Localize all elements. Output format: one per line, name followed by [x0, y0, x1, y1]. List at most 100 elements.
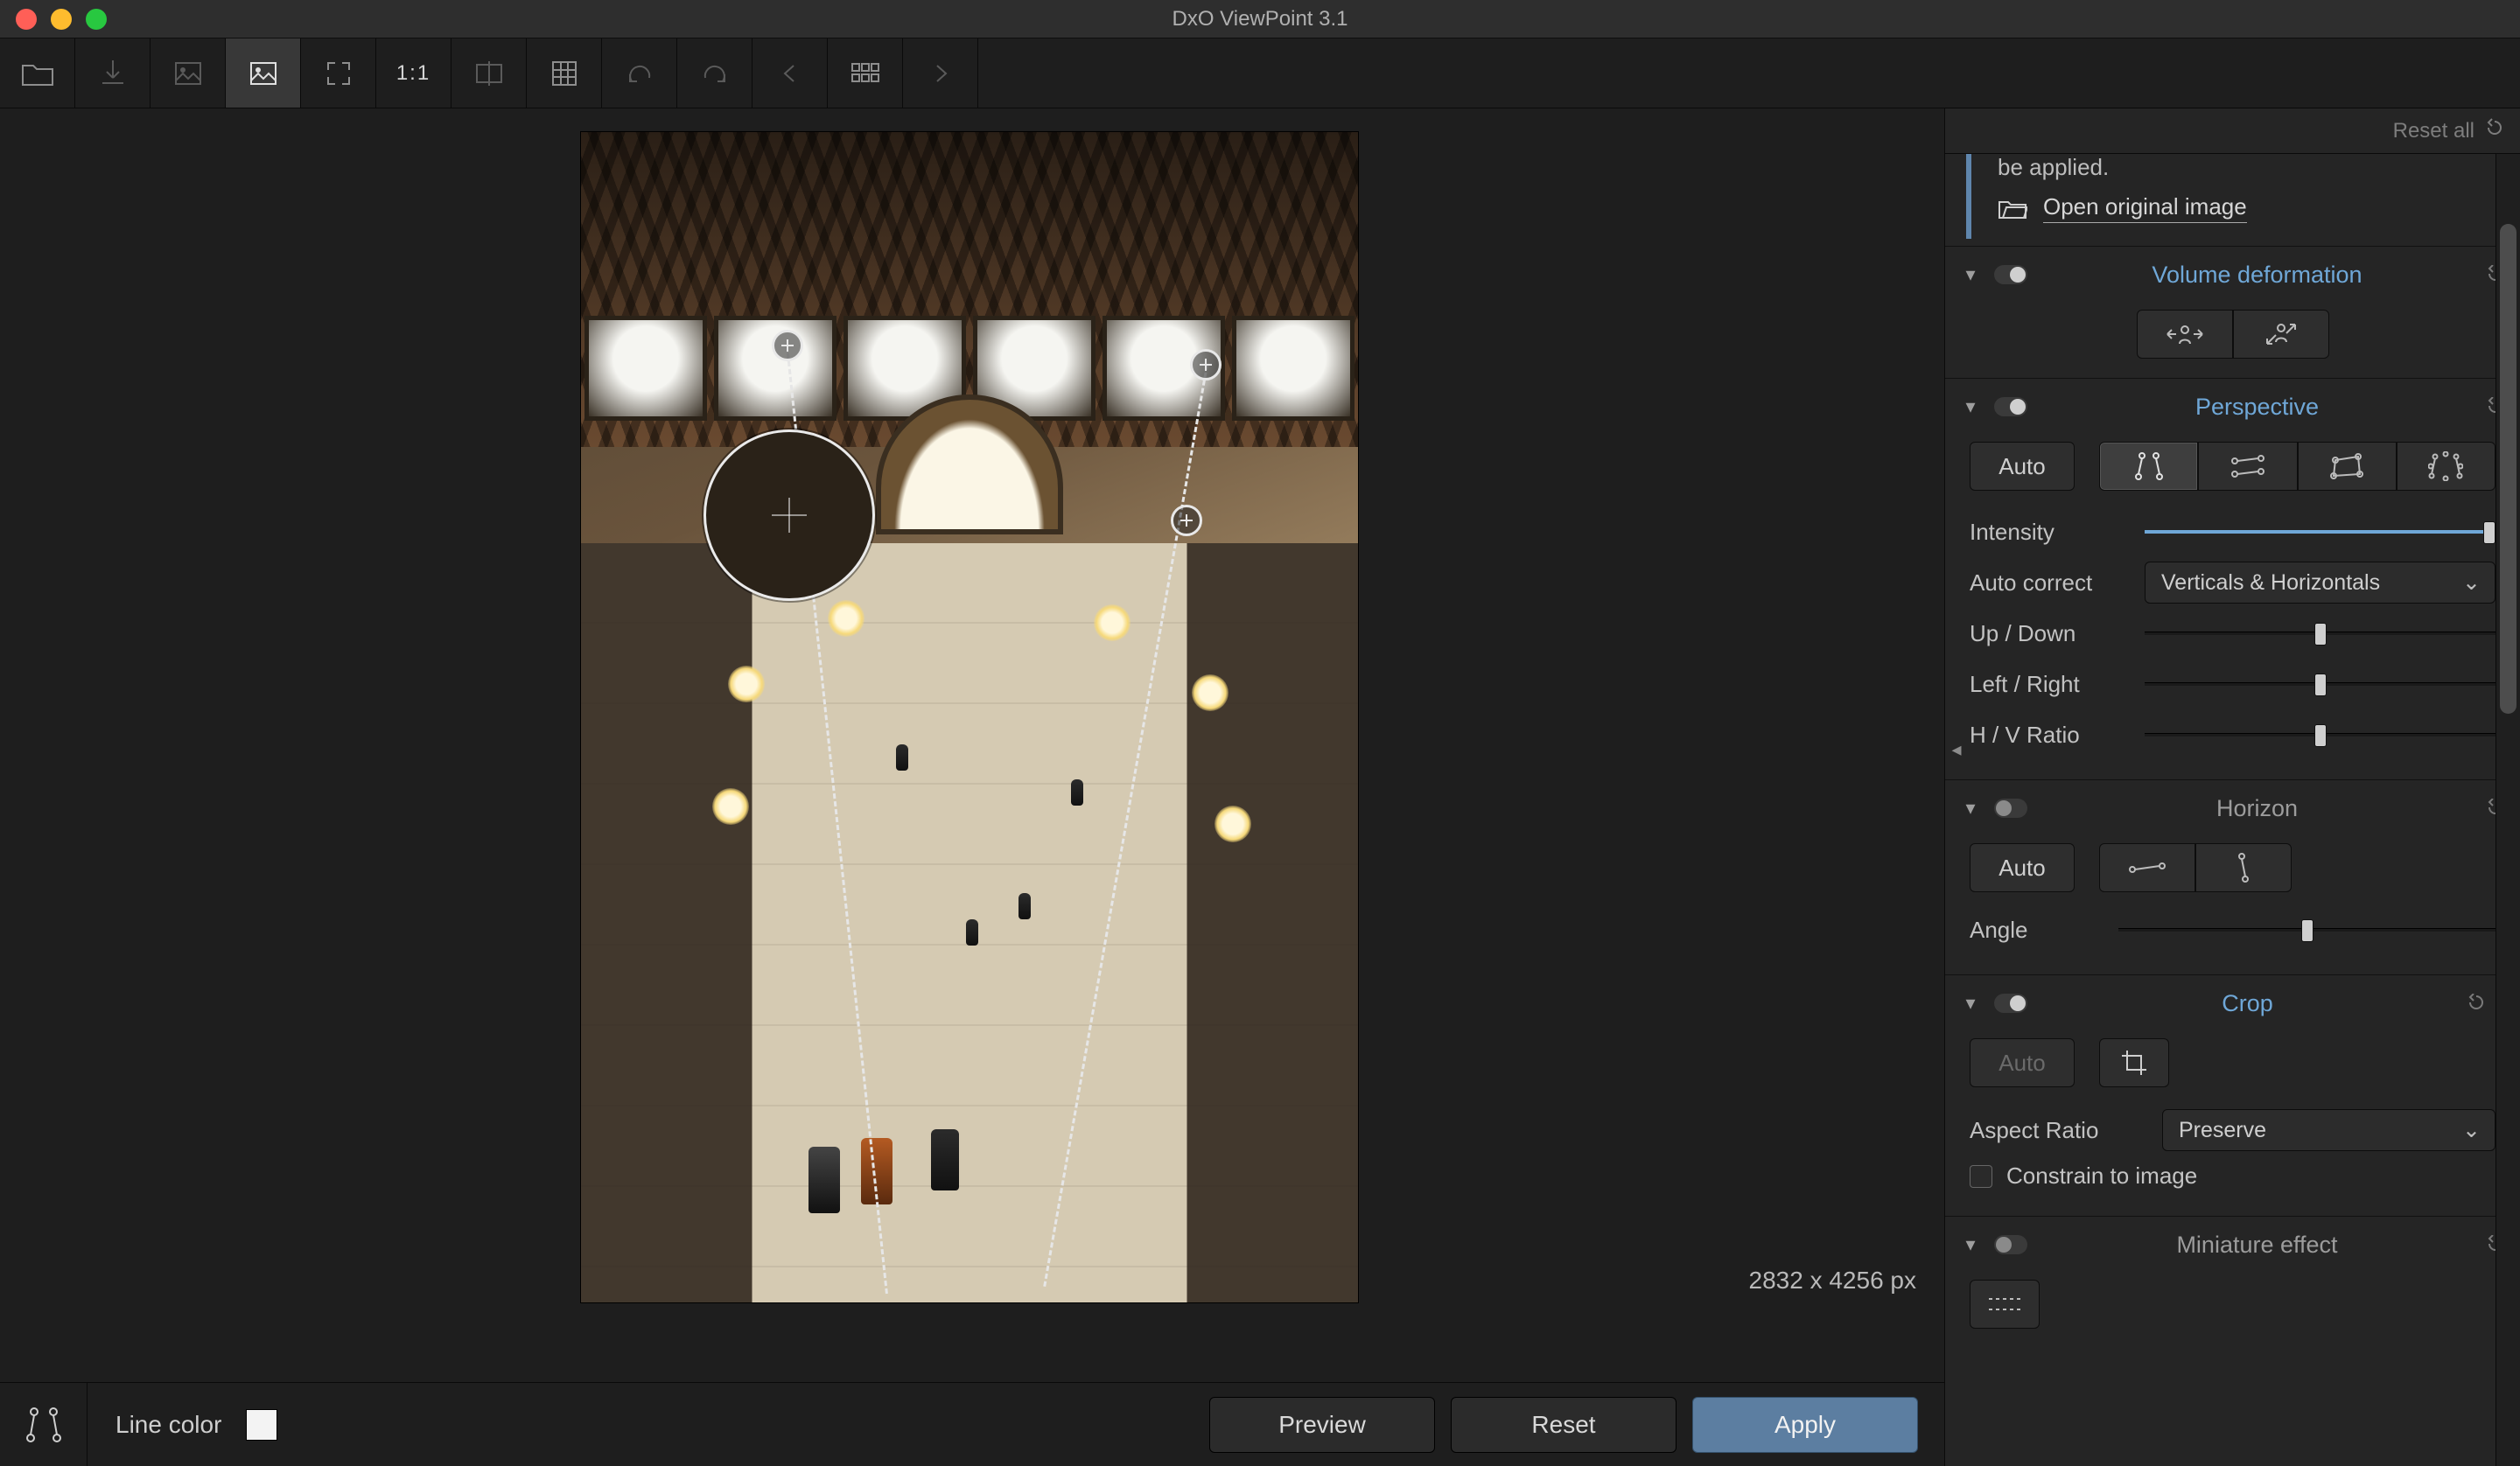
perspective-tool-icon[interactable] — [0, 1383, 88, 1466]
line-color-swatch[interactable] — [246, 1409, 277, 1441]
section-title-volume: Volume deformation — [2041, 262, 2473, 289]
intensity-label: Intensity — [1970, 519, 2127, 546]
section-toggle-crop[interactable] — [1994, 994, 2027, 1013]
perspective-mode-horizontal-lines[interactable] — [2198, 442, 2297, 491]
folder-open-icon — [1998, 197, 2027, 220]
redo-button[interactable] — [677, 38, 752, 108]
line-color-label: Line color — [116, 1411, 221, 1439]
section-perspective: ▾ Perspective Auto — [1945, 378, 2520, 779]
crop-auto-button[interactable]: Auto — [1970, 1038, 2075, 1087]
image-viewport[interactable]: 2832 x 4256 px — [0, 108, 1944, 1382]
perspective-handle-top-left[interactable] — [772, 330, 803, 361]
save-file-button[interactable] — [75, 38, 150, 108]
auto-correct-value: Verticals & Horizontals — [2161, 570, 2380, 596]
apply-button[interactable]: Apply — [1692, 1397, 1918, 1453]
thumbnails-button[interactable] — [828, 38, 903, 108]
canvas-area: 2832 x 4256 px Line color Preview Reset … — [0, 108, 1944, 1466]
compare-button[interactable] — [452, 38, 527, 108]
auto-correct-select[interactable]: Verticals & Horizontals ⌄ — [2145, 562, 2496, 604]
perspective-mode-rectangle[interactable] — [2298, 442, 2397, 491]
section-volume-deformation: ▾ Volume deformation — [1945, 246, 2520, 378]
disclosure-icon[interactable]: ▾ — [1961, 395, 1980, 418]
app-title: DxO ViewPoint 3.1 — [0, 7, 2520, 31]
traffic-lights — [0, 9, 107, 30]
bottom-toolbar: Line color Preview Reset Apply — [0, 1382, 1944, 1466]
updown-slider[interactable] — [2145, 621, 2496, 646]
chevron-down-icon: ⌄ — [2462, 569, 2481, 596]
section-toggle-volume[interactable] — [1994, 265, 2027, 284]
open-original-link[interactable]: Open original image — [1998, 193, 2504, 223]
horizon-vertical-button[interactable] — [2195, 843, 2292, 892]
chevron-down-icon: ⌄ — [2462, 1117, 2481, 1143]
original-image-button[interactable] — [150, 38, 226, 108]
section-reset-icon[interactable] — [2468, 990, 2485, 1017]
section-crop: ▾ Crop Auto Aspect Ratio — [1945, 974, 2520, 1216]
leftright-label: Left / Right — [1970, 671, 2127, 698]
angle-slider[interactable] — [2118, 918, 2496, 942]
section-toggle-perspective[interactable] — [1994, 397, 2027, 416]
perspective-handle-mid-right[interactable] — [1171, 505, 1202, 536]
section-toggle-miniature[interactable] — [1994, 1235, 2027, 1254]
section-horizon: ▾ Horizon Auto — [1945, 779, 2520, 974]
horizon-auto-button[interactable]: Auto — [1970, 843, 2075, 892]
updown-label: Up / Down — [1970, 620, 2127, 647]
section-miniature: ▾ Miniature effect — [1945, 1216, 2520, 1348]
prev-image-button[interactable] — [752, 38, 828, 108]
maximize-window-button[interactable] — [86, 9, 107, 30]
horizon-horizontal-button[interactable] — [2099, 843, 2195, 892]
next-image-button[interactable] — [903, 38, 978, 108]
reset-all-icon — [2485, 118, 2504, 143]
disclosure-icon[interactable]: ▾ — [1961, 992, 1980, 1015]
disclosure-icon[interactable]: ▾ — [1961, 797, 1980, 820]
miniature-tool-button[interactable] — [1970, 1280, 2040, 1329]
hvratio-label: H / V Ratio — [1970, 722, 2127, 749]
section-title-crop: Crop — [2041, 990, 2454, 1017]
panel-top-bar: Reset all — [1945, 108, 2520, 154]
aspect-ratio-select[interactable]: Preserve ⌄ — [2162, 1109, 2496, 1151]
info-banner-text: be applied. — [1998, 154, 2504, 181]
aspect-ratio-value: Preserve — [2179, 1118, 2266, 1143]
section-title-horizon: Horizon — [2041, 795, 2473, 822]
minimize-window-button[interactable] — [51, 9, 72, 30]
crop-tool-button[interactable] — [2099, 1038, 2169, 1087]
window-titlebar: DxO ViewPoint 3.1 — [0, 0, 2520, 38]
grid-overlay-button[interactable] — [527, 38, 602, 108]
constrain-label: Constrain to image — [2006, 1162, 2197, 1190]
close-window-button[interactable] — [16, 9, 37, 30]
open-original-label: Open original image — [2043, 193, 2247, 223]
perspective-mode-8-points[interactable] — [2397, 442, 2496, 491]
section-title-miniature: Miniature effect — [2041, 1232, 2473, 1259]
scrollbar-thumb[interactable] — [2500, 224, 2516, 714]
section-title-perspective: Perspective — [2041, 394, 2473, 421]
perspective-mode-vertical-lines[interactable] — [2099, 442, 2198, 491]
section-toggle-horizon[interactable] — [1994, 799, 2027, 818]
collapse-left-icon[interactable]: ◂ — [1949, 737, 1964, 762]
line-color-control: Line color — [88, 1409, 277, 1441]
preview-button[interactable]: Preview — [1209, 1397, 1435, 1453]
zoom-1to1-button[interactable]: 1:1 — [376, 38, 452, 108]
hvratio-slider[interactable] — [2145, 723, 2496, 747]
constrain-checkbox[interactable] — [1970, 1165, 1992, 1188]
disclosure-icon[interactable]: ▾ — [1961, 263, 1980, 286]
undo-button[interactable] — [602, 38, 677, 108]
open-file-button[interactable] — [0, 38, 75, 108]
side-panel: Reset all be applied. Open original imag… — [1944, 108, 2520, 1466]
volume-diagonal-button[interactable] — [2233, 310, 2329, 359]
reset-all-button[interactable]: Reset all — [2393, 119, 2474, 143]
perspective-auto-button[interactable]: Auto — [1970, 442, 2075, 491]
intensity-slider[interactable] — [2145, 520, 2496, 544]
disclosure-icon[interactable]: ▾ — [1961, 1233, 1980, 1256]
auto-correct-label: Auto correct — [1970, 569, 2127, 597]
volume-horizontal-button[interactable] — [2137, 310, 2233, 359]
leftright-slider[interactable] — [2145, 672, 2496, 696]
perspective-loupe[interactable] — [704, 429, 875, 601]
perspective-handle-top-right[interactable] — [1190, 349, 1222, 380]
panel-scrollbar[interactable] — [2496, 154, 2520, 1466]
info-banner: be applied. Open original image — [1966, 154, 2504, 239]
reset-button[interactable]: Reset — [1451, 1397, 1676, 1453]
image-dimensions-label: 2832 x 4256 px — [1749, 1267, 1917, 1295]
top-toolbar: 1:1 — [0, 38, 2520, 108]
image-preview — [580, 131, 1359, 1303]
fit-to-screen-button[interactable] — [301, 38, 376, 108]
processed-image-button[interactable] — [226, 38, 301, 108]
